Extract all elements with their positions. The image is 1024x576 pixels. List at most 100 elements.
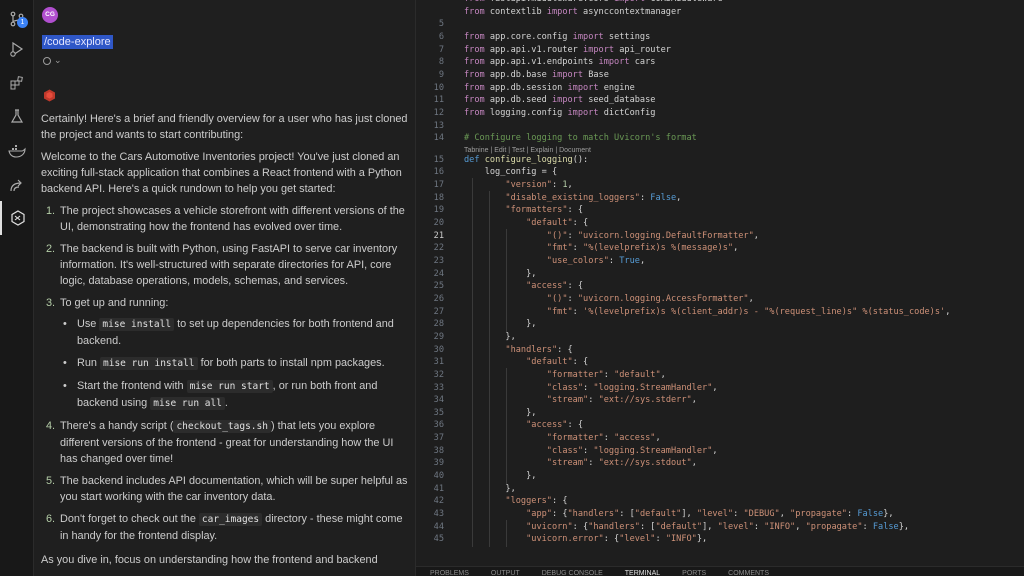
indent-guide [506,520,507,548]
tab-output[interactable]: OUTPUT [491,567,520,576]
slash-command[interactable]: /code-explore [42,35,113,49]
list-item: 1. The project showcases a vehicle storef… [46,205,405,233]
code-line[interactable]: "uvicorn": {"handlers": ["default"], "le… [464,522,909,532]
code-line[interactable]: from app.db.base import Base [464,70,609,80]
line-number: 28 [433,319,444,330]
run-debug-icon[interactable] [0,32,34,66]
code-line[interactable]: "app": {"handlers": ["default"], "level"… [464,509,893,519]
code-line[interactable]: from app.api.v1.router import api_router [464,45,671,55]
line-number: 21 [433,230,444,241]
line-number: 8 [438,57,444,68]
loading-spinner-icon [43,56,51,65]
code-line[interactable]: "formatters": { [464,205,583,215]
line-number: 22 [433,243,444,254]
chat-panel: CG /code-explore ⌄ Certainly! Here's a b… [34,0,416,576]
inline-code: mise run install [100,357,198,370]
code-line[interactable]: "handlers": { [464,345,572,355]
line-number: 40 [433,471,444,482]
code-line[interactable]: "loggers": { [464,496,567,506]
inline-code: mise install [99,318,175,331]
code-line[interactable]: "stream": "ext://sys.stdout", [464,458,697,468]
tab-problems[interactable]: PROBLEMS [430,567,469,576]
line-number: 30 [433,344,444,355]
code-line[interactable]: "()": "uvicorn.logging.DefaultFormatter"… [464,231,759,241]
line-number: 14 [433,133,444,144]
code-line[interactable]: from app.db.session import engine [464,83,635,93]
overview-list: 1. The project showcases a vehicle storef… [41,203,411,544]
code-line[interactable]: from logging.config import dictConfig [464,108,655,118]
line-number: 32 [433,369,444,380]
line-number: 34 [433,395,444,406]
code-line[interactable]: from app.db.seed import seed_database [464,95,655,105]
line-number: 24 [433,268,444,279]
code-line[interactable]: "class": "logging.StreamHandler", [464,446,718,456]
line-number: 23 [433,256,444,266]
code-line[interactable]: }, [464,319,536,329]
code-line[interactable]: # Configure logging to match Uvicorn's f… [464,133,697,143]
line-number: 36 [433,420,444,431]
codelens-actions[interactable]: Tabnine | Edit | Test | Explain | Docume… [464,147,591,154]
code-line[interactable]: }, [464,471,536,481]
line-number: 16 [433,167,444,178]
source-control-icon[interactable]: 1 [0,2,34,36]
code-line[interactable]: "access": { [464,281,583,291]
ai-chat-icon[interactable] [0,201,34,235]
docker-icon[interactable] [0,134,34,168]
line-number: 33 [433,382,444,393]
line-number: 39 [433,458,444,469]
chevron-down-icon: ⌄ [54,55,62,65]
inline-code: car_images [198,513,263,526]
code-line[interactable]: "version": 1, [464,180,572,190]
line-number: 44 [433,521,444,532]
code-line[interactable]: from app.api.v1.endpoints import cars [464,57,655,67]
code-line[interactable]: }, [464,269,536,279]
tab-comments[interactable]: COMMENTS [728,567,769,576]
code-line[interactable]: "default": { [464,357,588,367]
line-number: 11 [433,95,444,106]
line-number: 20 [433,218,444,229]
code-line[interactable]: "access": { [464,420,583,430]
code-line[interactable]: "stream": "ext://sys.stderr", [464,395,697,405]
code-line[interactable]: "formatter": "access", [464,433,661,443]
line-number: 37 [433,433,444,444]
line-number: 6 [438,31,444,42]
code-line[interactable]: from fastapi.middleware.cors import CORS… [464,0,723,4]
message-intro: Certainly! Here's a brief and friendly o… [41,113,408,141]
remote-explorer-icon[interactable] [0,168,34,202]
code-line[interactable]: "default": { [464,218,588,228]
panel-tabs: PROBLEMS OUTPUT DEBUG CONSOLE TERMINAL P… [416,566,1024,576]
testing-flask-icon[interactable] [0,99,34,133]
tab-terminal[interactable]: TERMINAL [625,567,660,576]
code-line[interactable]: "class": "logging.StreamHandler", [464,383,718,393]
code-line[interactable]: from contextlib import asynccontextmanag… [464,7,681,17]
line-number: 29 [433,331,444,342]
code-line[interactable]: "()": "uvicorn.logging.AccessFormatter", [464,294,754,304]
code-line[interactable]: "uvicorn.error": {"level": "INFO"}, [464,534,707,544]
line-number: 7 [438,44,444,55]
list-item: Run mise run install for both parts to i… [60,355,411,372]
code-line[interactable]: "fmt": '%(levelprefix)s %(client_addr)s … [464,307,951,317]
source-control-badge: 1 [17,17,28,28]
line-number: 17 [433,180,444,191]
code-line[interactable]: "use_colors": True, [464,256,645,266]
line-number: 43 [433,509,444,519]
list-item: 4. There's a handy script (checkout_tags.… [46,420,394,465]
assistant-logo-icon [44,89,55,102]
line-number: 27 [433,306,444,317]
extensions-icon[interactable] [0,66,34,100]
code-line[interactable]: }, [464,408,536,418]
tab-debug-console[interactable]: DEBUG CONSOLE [542,567,603,576]
code-editor[interactable]: Tabnine | Edit | Test | Explain | Docume… [416,0,1024,566]
code-line[interactable]: def configure_logging(): [464,155,588,165]
message-welcome: Welcome to the Cars Automotive Inventori… [41,151,402,195]
line-number: 18 [433,192,444,203]
assistant-message: Certainly! Here's a brief and friendly o… [41,111,411,574]
code-line[interactable]: from app.core.config import settings [464,32,650,42]
code-line[interactable]: "formatter": "default", [464,370,666,380]
code-line[interactable]: "disable_existing_loggers": False, [464,193,681,203]
line-number: 31 [433,357,444,368]
model-selector[interactable]: ⌄ [43,55,62,66]
code-line[interactable]: log_config = { [464,167,557,177]
tab-ports[interactable]: PORTS [682,567,706,576]
inline-code: mise run all [150,397,225,410]
